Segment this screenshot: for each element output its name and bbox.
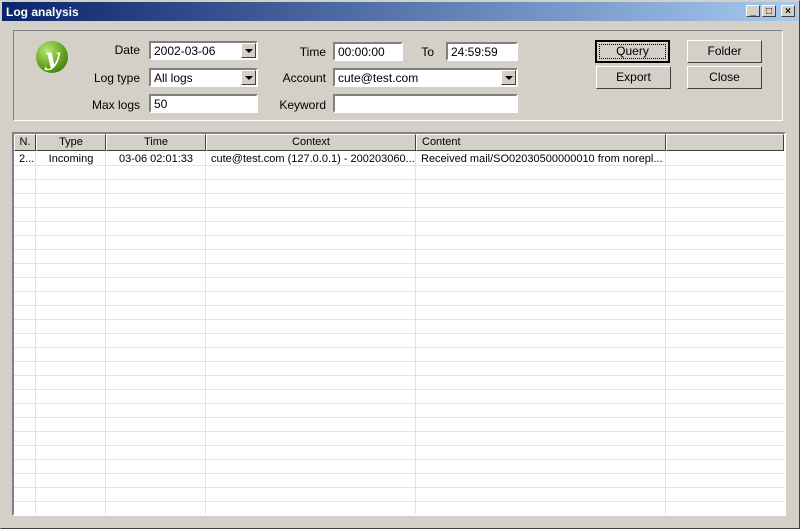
grid-row-line	[14, 389, 784, 390]
row-type: Incoming	[48, 153, 94, 165]
grid-row-line	[14, 179, 784, 180]
grid-row-line	[14, 263, 784, 264]
grid-row-line	[14, 487, 784, 488]
chevron-down-icon[interactable]	[241, 43, 256, 58]
row-context: cute@test.com (127.0.0.1) - 200203060...	[211, 153, 415, 165]
query-button[interactable]: Query	[595, 40, 670, 63]
grid-column-line	[415, 151, 416, 514]
grid-row-line	[14, 291, 784, 292]
grid-row-line	[14, 333, 784, 334]
log-table[interactable]: N. Type Time Context Content 2... Incomi…	[12, 132, 786, 516]
grid-row-line	[14, 431, 784, 432]
row-content: Received mail/SO02030500000010 from nore…	[421, 153, 663, 165]
minimize-button[interactable]: _	[746, 5, 760, 17]
app-logo-icon: y	[36, 41, 68, 73]
close-window-button[interactable]: ×	[781, 5, 795, 17]
chevron-down-icon[interactable]	[501, 70, 516, 85]
keyword-label: Keyword	[279, 98, 326, 112]
grid-row-line	[14, 277, 784, 278]
time-to-input[interactable]: 24:59:59	[446, 42, 518, 61]
maxlogs-input[interactable]: 50	[149, 94, 258, 113]
close-button[interactable]: Close	[687, 66, 762, 89]
logtype-label: Log type	[93, 71, 140, 85]
account-label: Account	[282, 71, 326, 85]
date-value: 2002-03-06	[154, 44, 216, 58]
grid-row-line	[14, 459, 784, 460]
chevron-down-icon[interactable]	[241, 70, 256, 85]
column-header-context[interactable]: Context	[206, 134, 416, 151]
logtype-combo[interactable]: All logs	[149, 68, 258, 87]
grid-row-line	[14, 375, 784, 376]
grid-row-line	[14, 207, 784, 208]
grid-row-line	[14, 347, 784, 348]
export-button[interactable]: Export	[596, 66, 671, 89]
grid-column-line	[205, 151, 206, 514]
date-combo[interactable]: 2002-03-06	[149, 41, 258, 60]
grid-row-line	[14, 221, 784, 222]
grid-row-line	[14, 473, 784, 474]
to-label: To	[421, 45, 434, 59]
grid-row-line	[14, 417, 784, 418]
grid-row-line	[14, 249, 784, 250]
window-title: Log analysis	[6, 5, 79, 19]
row-time: 03-06 02:01:33	[118, 153, 193, 165]
column-header-time[interactable]: Time	[106, 134, 206, 151]
column-header-filler	[666, 134, 784, 151]
grid-row-line	[14, 501, 784, 502]
time-label: Time	[299, 45, 326, 59]
folder-button[interactable]: Folder	[687, 40, 762, 63]
keyword-input[interactable]	[333, 94, 518, 113]
date-label: Date	[114, 43, 140, 57]
title-bar[interactable]: Log analysis _ □ ×	[2, 2, 798, 21]
grid-row-line	[14, 305, 784, 306]
grid-row-line	[14, 403, 784, 404]
column-header-number[interactable]: N.	[14, 134, 36, 151]
grid-row-line	[14, 361, 784, 362]
maxlogs-label: Max logs	[91, 98, 140, 112]
grid-column-line	[35, 151, 36, 514]
logtype-value: All logs	[154, 71, 193, 85]
grid-row-line	[14, 445, 784, 446]
grid-column-line	[105, 151, 106, 514]
grid-row-line	[14, 235, 784, 236]
grid-column-line	[665, 151, 666, 514]
grid-row-line	[14, 319, 784, 320]
column-header-type[interactable]: Type	[36, 134, 106, 151]
grid-row-line	[14, 515, 784, 516]
account-combo[interactable]: cute@test.com	[333, 68, 518, 87]
maximize-button[interactable]: □	[762, 5, 776, 17]
grid-row-line	[14, 193, 784, 194]
column-header-content[interactable]: Content	[416, 134, 666, 151]
time-from-input[interactable]: 00:00:00	[333, 42, 403, 61]
row-number: 2...	[19, 153, 35, 165]
